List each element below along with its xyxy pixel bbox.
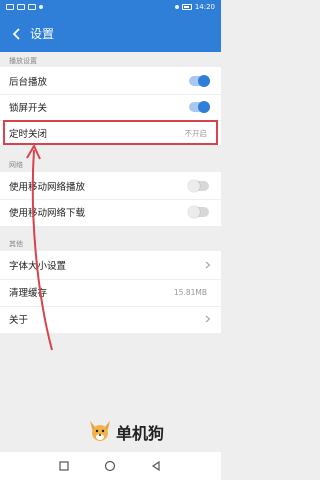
chevron-right-icon: [205, 315, 211, 323]
app-header: 14:20 设置: [0, 0, 221, 52]
setting-label: 后台播放: [9, 77, 48, 88]
divider: [0, 94, 221, 95]
signal-icon: [174, 5, 179, 9]
notification-icon: [28, 4, 36, 10]
notification-icon: [6, 4, 14, 10]
status-bar: 14:20: [0, 0, 221, 16]
section-label-playback: 播放设置: [9, 57, 37, 65]
setting-label: 使用移动网络播放: [9, 182, 86, 193]
toggle-knob: [188, 206, 200, 218]
setting-label: 使用移动网络下载: [9, 208, 86, 219]
title-bar: 设置: [0, 23, 221, 45]
setting-row-mobile-play[interactable]: 使用移动网络播放: [0, 175, 221, 197]
section-label-network: 网络: [9, 161, 23, 169]
setting-label: 字体大小设置: [9, 261, 67, 272]
watermark-text: 单机狗: [116, 424, 165, 443]
system-nav-bar: [0, 452, 221, 480]
recent-apps-icon[interactable]: [58, 460, 70, 472]
toggle-knob: [198, 75, 210, 87]
page-title: 设置: [30, 27, 55, 41]
toggle-knob: [188, 180, 200, 192]
battery-icon: [181, 4, 192, 10]
divider: [0, 279, 221, 280]
home-icon[interactable]: [104, 460, 116, 472]
setting-row-background-play[interactable]: 后台播放: [0, 70, 221, 92]
chevron-left-icon[interactable]: [10, 27, 24, 41]
network-group: 使用移动网络播放 使用移动网络下载: [0, 172, 221, 226]
setting-row-lock-screen[interactable]: 锁屏开关: [0, 96, 221, 118]
setting-row-about[interactable]: 关于: [0, 308, 221, 330]
notification-icon: [17, 4, 25, 10]
dog-logo-icon: [90, 421, 110, 441]
setting-label: 清理缓存: [9, 288, 48, 299]
highlight-box: [3, 120, 218, 145]
status-time: 14:20: [194, 3, 215, 11]
cache-size-value: 15.81MB: [173, 287, 207, 297]
background-play-toggle[interactable]: [189, 75, 210, 87]
setting-row-mobile-download[interactable]: 使用移动网络下载: [0, 201, 221, 223]
chevron-right-icon: [205, 261, 211, 269]
setting-row-clear-cache[interactable]: 清理缓存 15.81MB: [0, 281, 221, 303]
divider: [0, 306, 221, 307]
toggle-knob: [198, 101, 210, 113]
back-triangle-icon[interactable]: [150, 460, 162, 472]
other-group: 字体大小设置 清理缓存 15.81MB 关于: [0, 251, 221, 333]
lock-screen-toggle[interactable]: [189, 101, 210, 113]
setting-label: 关于: [9, 315, 29, 326]
mobile-download-toggle[interactable]: [188, 206, 209, 218]
setting-row-font-size[interactable]: 字体大小设置: [0, 254, 221, 276]
notification-dot-icon: [39, 5, 43, 9]
setting-label: 锁屏开关: [9, 103, 48, 114]
section-label-other: 其他: [9, 240, 23, 248]
mobile-play-toggle[interactable]: [188, 180, 209, 192]
divider: [0, 199, 221, 200]
